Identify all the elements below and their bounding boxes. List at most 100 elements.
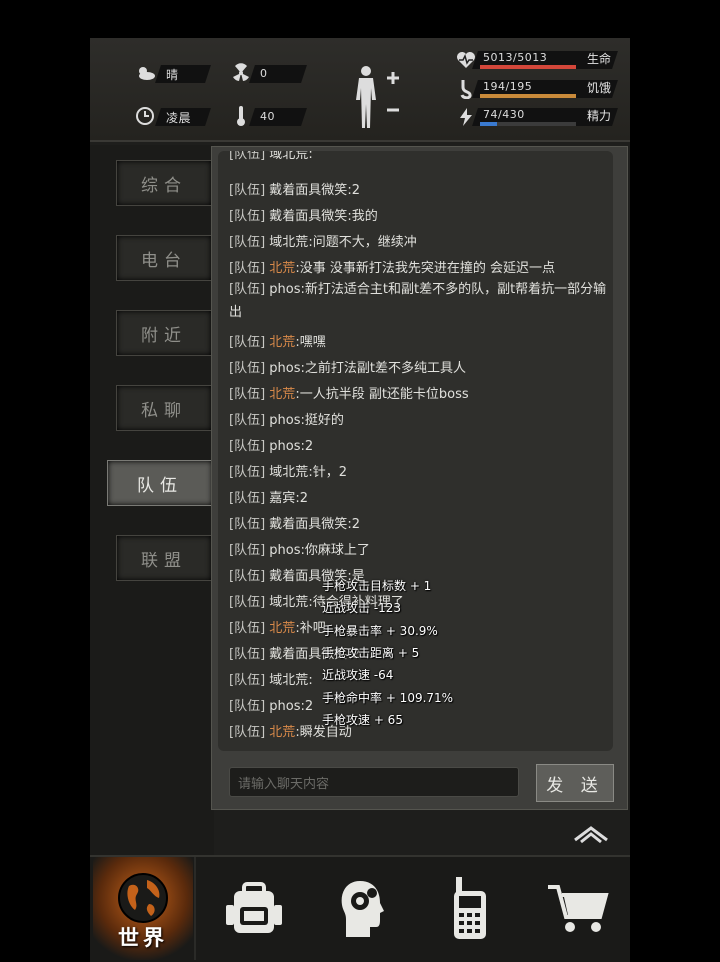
sender-name[interactable]: 北荒 xyxy=(269,387,295,402)
message-text: :挺好的 xyxy=(300,413,344,428)
message-text: :我的 xyxy=(347,209,378,224)
health-bar xyxy=(480,65,576,69)
chat-message: [队伍] 北荒:没事 没事新打法我先突进在撞的 会延迟一点 xyxy=(229,257,555,276)
channel-tag: [队伍] xyxy=(229,413,266,428)
sender-name[interactable]: 戴着面具微笑 xyxy=(269,183,347,198)
sender-name[interactable]: 域北荒 xyxy=(269,151,308,162)
hunger-value: 194/195 xyxy=(483,80,533,93)
collapse-chevron-icon[interactable] xyxy=(573,822,609,844)
walkie-talkie-icon xyxy=(454,876,486,939)
channel-tag: [队伍] xyxy=(229,209,266,224)
sender-name[interactable]: 北荒 xyxy=(269,335,295,350)
body-status-button[interactable] xyxy=(352,64,404,130)
sender-name[interactable]: 北荒 xyxy=(269,621,295,636)
chat-message: [队伍] 域北荒:针，2 xyxy=(229,461,347,480)
cart-icon xyxy=(548,884,609,932)
message-text: :之前打法副t差不多纯工具人 xyxy=(300,361,466,376)
sender-name[interactable]: phos xyxy=(269,543,300,558)
sender-name[interactable]: 北荒 xyxy=(269,261,295,276)
chat-message: [队伍] phos:之前打法副t差不多纯工具人 xyxy=(229,357,466,376)
message-text: :2 xyxy=(347,183,360,198)
sender-name[interactable]: phos xyxy=(269,361,300,376)
sender-name[interactable]: 戴着面具微笑 xyxy=(269,517,347,532)
chat-message: [队伍] phos:2 xyxy=(229,435,313,454)
chat-message: [队伍] 北荒:补吧 xyxy=(229,617,326,636)
sender-name[interactable]: 域北荒 xyxy=(269,465,308,480)
chat-message: [队伍] 域北荒: xyxy=(229,669,313,688)
channel-tag: [队伍] xyxy=(229,151,266,162)
tab-general[interactable]: 综合 xyxy=(116,160,212,206)
sender-name[interactable]: phos xyxy=(269,439,300,454)
nav-divider xyxy=(194,857,196,960)
stat-bonus-line: 近战攻击 -123 xyxy=(322,601,402,616)
channel-tag: [队伍] xyxy=(229,673,266,688)
chat-input[interactable]: 请输入聊天内容 xyxy=(229,767,519,797)
hunger-bar xyxy=(480,94,576,98)
tab-private[interactable]: 私聊 xyxy=(116,385,212,431)
sender-name[interactable]: 嘉宾 xyxy=(269,491,295,506)
chat-message: [队伍] 嘉宾:2 xyxy=(229,487,308,506)
sender-name[interactable]: 北荒 xyxy=(269,725,295,740)
nav-skills[interactable] xyxy=(312,857,412,960)
temperature-value: 40 xyxy=(260,110,275,123)
chat-message: [队伍] 戴着面具微笑:我的 xyxy=(229,205,378,224)
channel-tag: [队伍] xyxy=(229,439,266,454)
sender-name[interactable]: 域北荒 xyxy=(269,673,308,688)
radiation-pill xyxy=(249,65,307,83)
stat-bonus-line: 手枪暴击率 + 30.9% xyxy=(322,623,438,638)
channel-tag: [队伍] xyxy=(229,543,266,558)
sender-name[interactable]: phos xyxy=(269,413,300,428)
message-text: :没事 没事新打法我先突进在撞的 会延迟一点 xyxy=(295,261,555,276)
message-text: :一人抗半段 副t还能卡位boss xyxy=(295,387,469,402)
nav-world-label: 世界 xyxy=(118,926,168,950)
health-label: 生命 xyxy=(587,52,612,66)
tab-radio[interactable]: 电台 xyxy=(116,235,212,281)
nav-shop[interactable] xyxy=(528,857,628,960)
weather-icon xyxy=(134,62,156,84)
energy-bar xyxy=(480,122,576,126)
message-text: :2 xyxy=(295,491,308,506)
weather-pill xyxy=(155,65,211,83)
channel-tag: [队伍] xyxy=(229,282,266,297)
message-text: :嘿嘿 xyxy=(295,335,326,350)
stat-bonus-line: 手枪攻速 + 65 xyxy=(322,712,403,727)
chat-panel: [队伍] 域北荒: [队伍] 戴着面具微笑:2 [队伍] 戴着面具微笑:我的 [队伍… xyxy=(211,146,628,810)
channel-tag: [队伍] xyxy=(229,183,266,198)
channel-tag: [队伍] xyxy=(229,261,266,276)
sender-name[interactable]: 戴着面具微笑 xyxy=(269,209,347,224)
chat-message-partial: [队伍] 域北荒: xyxy=(229,151,313,162)
channel-tag: [队伍] xyxy=(229,517,266,532)
nav-radio[interactable] xyxy=(420,857,520,960)
chat-message: [队伍] 北荒:一人抗半段 副t还能卡位boss xyxy=(229,383,469,402)
message-text: :2 xyxy=(300,699,314,714)
channel-tag: [队伍] xyxy=(229,465,266,480)
head-gear-icon xyxy=(341,880,384,937)
tab-alliance[interactable]: 联盟 xyxy=(116,535,212,581)
stat-bonus-line: 手枪攻击目标数 + 1 xyxy=(322,579,432,593)
channel-tag: [队伍] xyxy=(229,361,266,376)
chat-message: [队伍] phos:挺好的 xyxy=(229,409,344,428)
channel-tag: [队伍] xyxy=(229,491,266,506)
sender-name[interactable]: 域北荒 xyxy=(269,595,308,610)
stat-bonus-line: 近战攻速 -64 xyxy=(322,668,394,683)
tab-nearby[interactable]: 附近 xyxy=(116,310,212,356)
send-button[interactable]: 发 送 xyxy=(536,764,614,802)
tab-team[interactable]: 队伍 xyxy=(107,460,213,506)
message-text: :2 xyxy=(347,517,360,532)
channel-tag: [队伍] xyxy=(229,335,266,350)
backpack-icon xyxy=(226,881,282,933)
channel-tag: [队伍] xyxy=(229,569,266,584)
weather-value: 晴 xyxy=(166,68,179,82)
chat-message: [队伍] phos:2 xyxy=(229,695,313,714)
energy-value: 74/430 xyxy=(483,108,525,121)
channel-tag: [队伍] xyxy=(229,725,266,740)
message-text: :针，2 xyxy=(308,465,347,480)
sender-name[interactable]: phos xyxy=(269,699,300,714)
channel-tag: [队伍] xyxy=(229,647,266,662)
sender-name[interactable]: 域北荒 xyxy=(269,235,308,250)
message-text: :你麻球上了 xyxy=(300,543,370,558)
sender-name[interactable]: phos xyxy=(269,282,300,297)
nav-backpack[interactable] xyxy=(204,857,304,960)
chat-log[interactable]: [队伍] 域北荒: [队伍] 戴着面具微笑:2 [队伍] 戴着面具微笑:我的 [队伍… xyxy=(218,151,613,751)
message-text: :问题不大，继续冲 xyxy=(308,235,417,250)
